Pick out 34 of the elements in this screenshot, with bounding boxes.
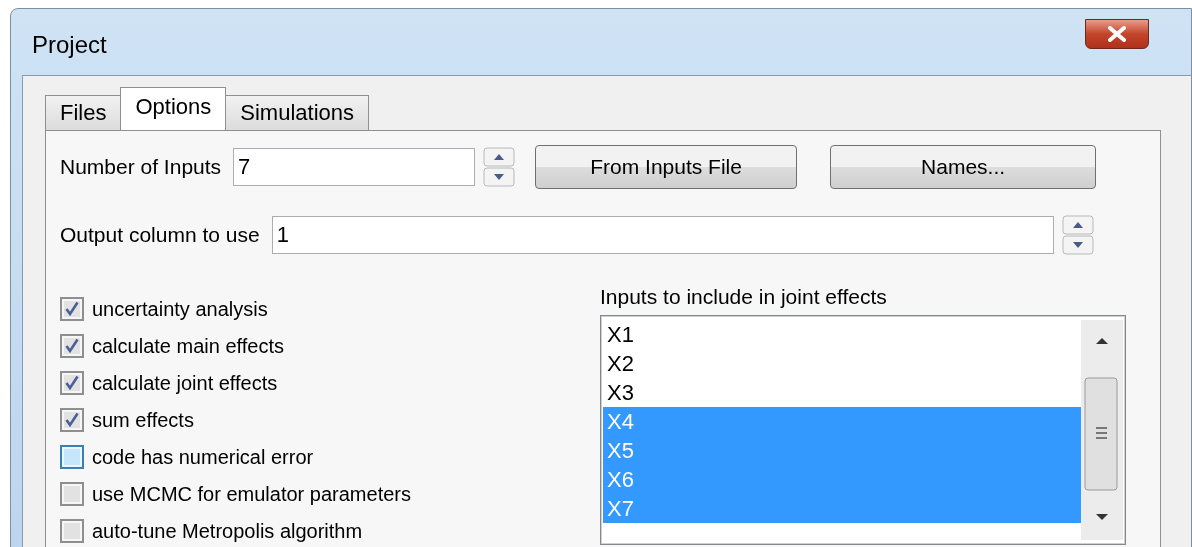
checkbox[interactable] bbox=[60, 371, 84, 396]
input-field[interactable]: 7 bbox=[233, 148, 476, 186]
list-item[interactable]: X1 bbox=[603, 320, 1081, 349]
checkbox-label: sum effects bbox=[92, 408, 194, 433]
names-button[interactable]: Names... bbox=[830, 145, 1097, 189]
checkbox-label: use MCMC for emulator parameters bbox=[92, 482, 411, 507]
checkbox[interactable] bbox=[60, 482, 84, 507]
checkbox[interactable] bbox=[60, 408, 84, 433]
checkbox[interactable] bbox=[60, 445, 84, 470]
list-item[interactable]: X3 bbox=[603, 378, 1081, 407]
close-button[interactable] bbox=[1085, 19, 1149, 49]
tab[interactable]: Simulations bbox=[225, 95, 369, 130]
tab[interactable]: Options bbox=[120, 87, 227, 130]
from-inputs-file-button[interactable]: From Inputs File bbox=[535, 145, 798, 189]
scrollbar[interactable] bbox=[1081, 320, 1123, 540]
field-label: Output column to use bbox=[60, 223, 260, 247]
checkbox-label: auto-tune Metropolis algorithm bbox=[92, 519, 363, 544]
checkbox[interactable] bbox=[60, 519, 84, 544]
checkbox[interactable] bbox=[60, 297, 84, 322]
window-title: Project bbox=[32, 31, 107, 59]
close-icon bbox=[1106, 26, 1128, 42]
checkbox[interactable] bbox=[60, 334, 84, 359]
tab[interactable]: Files bbox=[45, 95, 122, 130]
list-label: Inputs to include in joint effects bbox=[600, 285, 888, 309]
input-field[interactable]: 1 bbox=[271, 216, 1054, 254]
checkbox-label: calculate joint effects bbox=[92, 371, 278, 396]
checkbox-label: uncertainty analysis bbox=[92, 297, 268, 322]
spinner-buttons[interactable] bbox=[1061, 215, 1094, 255]
spinner-buttons[interactable] bbox=[483, 147, 516, 187]
checkbox-label: code has numerical error bbox=[92, 445, 314, 470]
checkbox-label: calculate main effects bbox=[92, 334, 284, 359]
list-box[interactable]: X1 X2 X3 X4 X5 X6 X7 bbox=[600, 315, 1126, 545]
field-label: Number of Inputs bbox=[60, 155, 222, 179]
list-item[interactable]: X2 bbox=[603, 349, 1081, 378]
